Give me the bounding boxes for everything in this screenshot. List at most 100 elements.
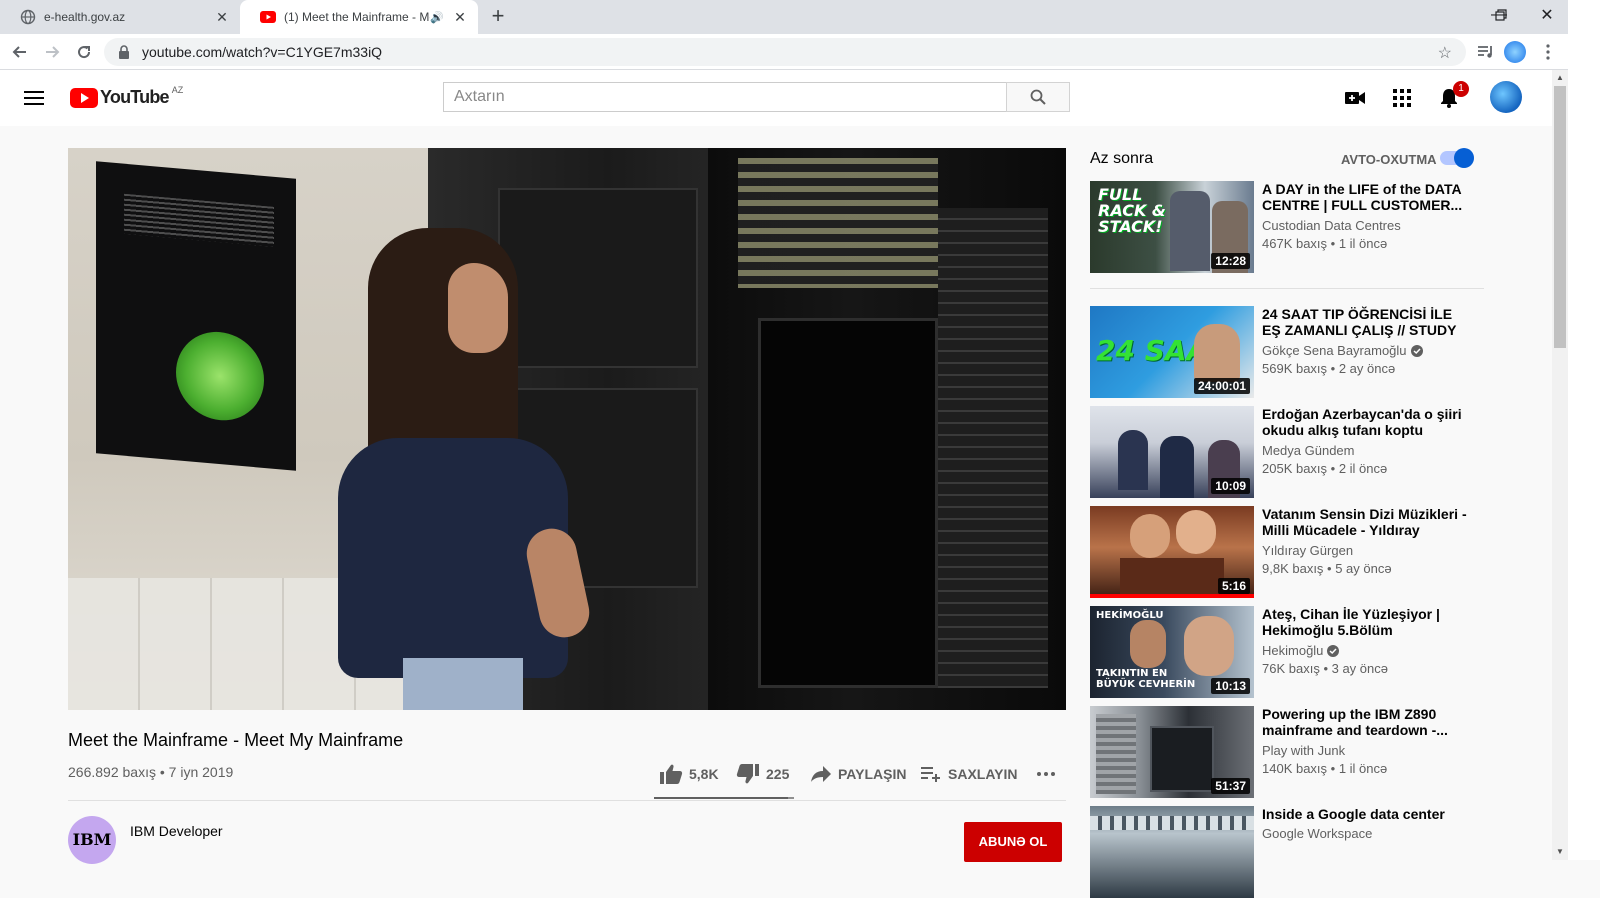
duration-badge: 5:16 <box>1217 578 1250 594</box>
notification-count-badge: 1 <box>1453 81 1469 97</box>
audio-playing-icon[interactable]: 🔊 <box>430 11 444 24</box>
youtube-favicon-icon <box>260 9 276 25</box>
watch-progress-bar <box>1090 594 1254 598</box>
menu-icon[interactable] <box>24 88 44 108</box>
search-icon <box>1030 89 1046 105</box>
video-player[interactable] <box>68 148 1066 710</box>
duration-badge: 51:37 <box>1211 778 1250 794</box>
recommendation-item[interactable]: HEKİMOĞLU TAKINTIN EN BÜYÜK CEVHERİN 10:… <box>1090 606 1490 698</box>
profile-avatar-icon[interactable] <box>1503 40 1527 64</box>
recommendation-channel: Play with Junk <box>1262 743 1346 758</box>
video-title: Meet the Mainframe - Meet My Mainframe <box>68 730 404 750</box>
recommendation-title[interactable]: Inside a Google data center <box>1262 806 1472 822</box>
recommendation-item[interactable]: 5:16 Vatanım Sensin Dizi Müzikleri - Mil… <box>1090 506 1490 598</box>
autoplay-label: AVTO-OXUTMA <box>1341 152 1437 167</box>
globe-icon <box>20 9 36 25</box>
channel-avatar[interactable]: IBM <box>68 816 116 864</box>
close-tab-icon[interactable]: ✕ <box>452 9 468 25</box>
subscribe-button[interactable]: ABUNƏ OL <box>964 822 1062 862</box>
add-to-playlist-icon <box>921 767 940 782</box>
dislike-count: 225 <box>766 766 790 782</box>
close-window-button[interactable]: ✕ <box>1524 0 1570 30</box>
up-next-divider <box>1090 288 1484 289</box>
back-button[interactable] <box>6 38 34 66</box>
recommendation-channel: Custodian Data Centres <box>1262 218 1401 233</box>
autoplay-toggle[interactable] <box>1440 148 1474 168</box>
video-thumbnail[interactable]: 51:37 <box>1090 706 1254 798</box>
video-thumbnail[interactable] <box>1090 806 1254 898</box>
recommendation-item[interactable]: 51:37 Powering up the IBM Z890 mainframe… <box>1090 706 1490 798</box>
recommendation-title[interactable]: 24 SAAT TIP ÖĞRENCİSİ İLE EŞ ZAMANLI ÇAL… <box>1262 306 1472 338</box>
apps-grid-icon[interactable] <box>1390 86 1414 110</box>
recommendation-item[interactable]: FULL RACK & STACK! 12:28 A DAY in the LI… <box>1090 181 1490 273</box>
video-frame-poster <box>96 161 296 471</box>
forward-button[interactable] <box>38 38 66 66</box>
video-thumbnail[interactable]: 10:09 <box>1090 406 1254 498</box>
verified-badge-icon <box>1410 344 1423 357</box>
share-button[interactable]: PAYLAŞIN <box>810 762 906 786</box>
recommendation-item[interactable]: Inside a Google data center Google Works… <box>1090 806 1490 898</box>
thumbnail-brand-text: HEKİMOĞLU <box>1096 610 1164 621</box>
tab-e-health[interactable]: e-health.gov.az ✕ <box>0 0 240 34</box>
view-count: 266.892 baxış <box>68 764 156 780</box>
recommendation-item[interactable]: 24 SAAT 24:00:01 24 SAAT TIP ÖĞRENCİSİ İ… <box>1090 306 1490 398</box>
like-button[interactable]: 5,8K <box>659 762 719 786</box>
restore-button[interactable] <box>1478 0 1524 30</box>
duration-badge: 24:00:01 <box>1193 378 1250 394</box>
recommendation-title[interactable]: Powering up the IBM Z890 mainframe and t… <box>1262 706 1472 738</box>
search-placeholder: Axtarın <box>454 88 505 105</box>
duration-badge: 12:28 <box>1211 253 1250 269</box>
browser-menu-icon[interactable] <box>1536 40 1560 64</box>
bookmark-star-icon[interactable]: ☆ <box>1438 43 1452 63</box>
save-label: SAXLAYIN <box>948 766 1018 782</box>
new-tab-button[interactable]: + <box>486 5 510 29</box>
recommendation-channel: Yıldıray Gürgen <box>1262 543 1354 558</box>
recommendation-stats: 76K baxış • 3 ay öncə <box>1262 661 1388 676</box>
dislike-button[interactable]: 225 <box>736 762 789 786</box>
logo-wordmark: YouTube <box>100 87 170 107</box>
browser-tab-bar: e-health.gov.az ✕ (1) Meet the Mainframe… <box>0 0 1600 34</box>
tab-title: (1) Meet the Mainframe - Me <box>284 10 431 24</box>
tab-youtube[interactable]: (1) Meet the Mainframe - Me 🔊 ✕ <box>240 0 478 34</box>
recommendation-title[interactable]: Vatanım Sensin Dizi Müzikleri - Milli Mü… <box>1262 506 1472 538</box>
save-button[interactable]: SAXLAYIN <box>920 762 1018 786</box>
url-text: youtube.com/watch?v=C1YGE7m33iQ <box>142 44 383 60</box>
recommendation-channel: Google Workspace <box>1262 826 1373 841</box>
youtube-masthead: YouTube AZ Axtarın <box>0 70 1552 126</box>
video-thumbnail[interactable]: HEKİMOĞLU TAKINTIN EN BÜYÜK CEVHERİN 10:… <box>1090 606 1254 698</box>
recommendation-title[interactable]: Ateş, Cihan İle Yüzleşiyor | Hekimoğlu 5… <box>1262 606 1472 638</box>
reload-button[interactable] <box>70 38 98 66</box>
search-button[interactable] <box>1006 82 1070 112</box>
address-bar[interactable]: youtube.com/watch?v=C1YGE7m33iQ ☆ <box>104 38 1466 66</box>
scroll-down-arrow-icon[interactable]: ▼ <box>1552 844 1568 860</box>
scrollbar-thumb[interactable] <box>1554 86 1566 348</box>
media-control-icon[interactable] <box>1474 40 1498 64</box>
recommendation-channel: Medya Gündem <box>1262 443 1355 458</box>
more-actions-button[interactable] <box>1036 762 1062 786</box>
account-avatar[interactable] <box>1490 81 1522 113</box>
video-thumbnail[interactable]: 5:16 <box>1090 506 1254 598</box>
recommendation-title[interactable]: Erdoğan Azerbaycan'da o şiiri okudu alkı… <box>1262 406 1472 438</box>
recommendation-stats: 569K baxış • 2 ay öncə <box>1262 361 1396 376</box>
close-tab-icon[interactable]: ✕ <box>214 9 230 25</box>
recommendation-item[interactable]: 10:09 Erdoğan Azerbaycan'da o şiiri okud… <box>1090 406 1490 498</box>
recommendation-stats: 9,8K baxış • 5 ay öncə <box>1262 561 1392 576</box>
recommendation-title[interactable]: A DAY in the LIFE of the DATA CENTRE | F… <box>1262 181 1472 213</box>
thumbnail-text: TAKINTIN EN BÜYÜK CEVHERİN <box>1096 668 1196 690</box>
video-thumbnail[interactable]: FULL RACK & STACK! 12:28 <box>1090 181 1254 273</box>
channel-name[interactable]: IBM Developer <box>130 823 223 839</box>
page-scrollbar[interactable]: ▲ ▼ <box>1552 70 1568 860</box>
region-code: AZ <box>171 85 184 95</box>
lock-icon <box>118 45 132 59</box>
search-input[interactable]: Axtarın <box>443 82 1007 112</box>
scroll-up-arrow-icon[interactable]: ▲ <box>1552 70 1568 86</box>
create-video-icon[interactable] <box>1343 86 1367 110</box>
thumbs-up-icon <box>660 764 683 784</box>
youtube-logo[interactable]: YouTube AZ <box>70 85 184 108</box>
duration-badge: 10:09 <box>1211 478 1250 494</box>
window-edge <box>1568 0 1600 860</box>
thumbs-down-icon <box>736 764 759 784</box>
toggle-knob <box>1454 148 1474 168</box>
video-thumbnail[interactable]: 24 SAAT 24:00:01 <box>1090 306 1254 398</box>
more-horizontal-icon <box>1037 772 1055 776</box>
